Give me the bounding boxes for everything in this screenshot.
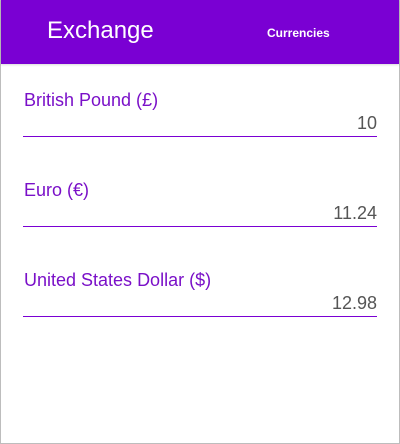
currency-label-eur: Euro (€) [24,180,90,200]
currency-field-eur: Euro (€) [23,179,377,231]
field-underline [23,226,377,227]
amount-input-usd[interactable] [23,292,377,314]
field-underline [23,316,377,317]
currencies-link[interactable]: Currencies [267,25,330,41]
currency-label-gbp: British Pound (£) [24,90,159,110]
app-header: Exchange Currencies [1,0,399,64]
currency-field-usd: United States Dollar ($) [23,269,377,321]
field-underline [23,136,377,137]
currency-field-gbp: British Pound (£) [23,89,377,141]
currency-label-usd: United States Dollar ($) [24,270,212,290]
app-window: Exchange Currencies British Pound (£) Eu… [0,0,400,444]
amount-input-gbp[interactable] [23,112,377,134]
amount-input-eur[interactable] [23,202,377,224]
app-title: Exchange [47,17,154,44]
